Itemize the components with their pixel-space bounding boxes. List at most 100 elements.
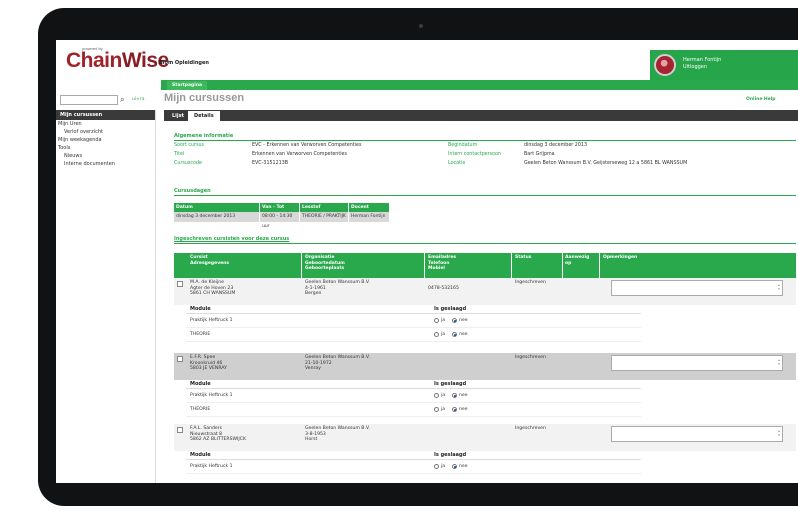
radio-ja[interactable]: [434, 407, 439, 412]
search-input[interactable]: [60, 95, 118, 105]
remarks-textarea[interactable]: [611, 280, 783, 296]
select-checkbox[interactable]: [177, 427, 183, 433]
header-aanwezig: Aanwezig: [565, 255, 590, 260]
student-address-block: M.A. de Kleijne Agter de Hoven 23 5861 C…: [190, 280, 235, 297]
advanced-search-link[interactable]: ui+ra: [132, 97, 144, 102]
section-title-students: Ingeschreven cursisten voor deze cursus: [174, 236, 290, 242]
module-row: THEORIE ja nee: [186, 403, 641, 417]
online-help-link[interactable]: Online Help: [746, 97, 776, 102]
module-table: Module Is geslaagd Praktijk Heftruck 1 j…: [186, 305, 641, 343]
radio-nee[interactable]: [452, 318, 457, 323]
student-org: Geelen Beton Wanssum B.V.: [305, 426, 370, 431]
header-status: Status: [515, 255, 532, 260]
col-lesstof: Lesstof: [300, 203, 349, 212]
value-soort-cursus: EVC - Erkennen van Verworven Competentie…: [252, 143, 362, 148]
remarks-textarea[interactable]: [611, 355, 783, 371]
header-divider: [424, 253, 425, 278]
tab-lijst[interactable]: Lijst: [166, 111, 190, 121]
header-mobiel: Mobiel: [428, 266, 445, 271]
radio-nee-label: nee: [459, 464, 468, 469]
value-begindatum: dinsdag 3 december 2013: [524, 143, 588, 148]
module-row: Praktijk Heftruck 1 ja nee: [186, 389, 641, 403]
passed-col-header: Is geslaagd: [434, 381, 467, 387]
student-city: 5803 JE VENRAY: [190, 366, 227, 371]
module-col-header: Module: [190, 452, 211, 458]
user-name: Herman Fontijn: [683, 57, 722, 63]
remarks-textarea[interactable]: [611, 426, 783, 442]
radio-nee[interactable]: [452, 393, 457, 398]
module-header: Module Is geslaagd: [186, 305, 641, 314]
cell-datum: dinsdag 3 december 2013: [174, 212, 260, 222]
user-avatar-icon[interactable]: [654, 54, 676, 76]
sidebar-item-tools[interactable]: Tools: [56, 144, 155, 152]
col-docent: Docent: [349, 203, 390, 212]
module-table: Module Is geslaagd Praktijk Heftruck 1 j…: [186, 380, 641, 418]
label-begindatum: Begindatum: [448, 143, 478, 148]
module-name: Praktijk Heftruck 1: [190, 393, 233, 398]
chainwise-logo[interactable]: ChainWise: [66, 49, 169, 73]
logout-link[interactable]: Uitloggen: [683, 64, 707, 70]
student-phone: 0478-532165: [428, 286, 459, 291]
search-icon[interactable]: ⌕: [120, 95, 130, 105]
page-title: Mijn cursussen: [164, 92, 245, 104]
cell-van-tot: 08:00 - 14:30 uur: [260, 212, 300, 229]
student-city: 5861 CH WANSSUM: [190, 291, 236, 296]
student-org-block: Geelen Beton Wanssum B.V. 21-10-1972 Ven…: [305, 355, 370, 372]
radio-ja-label: ja: [441, 464, 446, 469]
student-city: 5862 AZ BLITTERSWIJCK: [190, 437, 246, 442]
student-birthplace: Bergen: [305, 291, 322, 296]
search-bar: ⌕ ui+ra: [56, 93, 161, 107]
course-day-row: dinsdag 3 december 2013 08:00 - 14:30 uu…: [174, 212, 390, 229]
value-titel: Erkennen van Verworven Competenties: [252, 152, 348, 157]
header-cursist-group: Cursist Adresgegevens: [190, 255, 229, 266]
radio-ja[interactable]: [434, 393, 439, 398]
module-name: Praktijk Heftruck 1: [190, 318, 233, 323]
label-soort-cursus: Soort cursus: [174, 143, 204, 148]
sidebar-item-nieuws[interactable]: Nieuws: [56, 152, 155, 160]
top-nav-bar: Startpagina: [161, 80, 798, 90]
header-divider: [301, 253, 302, 278]
student-address-block: E.F.R. Spee Kroonkruid 46 5803 JE VENRAY: [190, 355, 227, 372]
student-birthplace: Horst: [305, 437, 318, 442]
students-header: Cursist Adresgegevens Organisatie Geboor…: [174, 253, 796, 278]
sidebar-item-mijn-uren[interactable]: Mijn Uren: [56, 120, 155, 128]
sidebar-heading[interactable]: Mijn cursussen: [56, 110, 155, 120]
student-org: Geelen Beton Wanssum B.V.: [305, 280, 370, 285]
section-divider: [174, 140, 796, 141]
module-col-header: Module: [190, 381, 211, 387]
student-org: Geelen Beton Wanssum B.V.: [305, 355, 370, 360]
radio-nee[interactable]: [452, 464, 457, 469]
header-email: Emailadres: [428, 255, 457, 260]
student-status: Ingeschreven: [515, 426, 546, 431]
passed-col-header: Is geslaagd: [434, 452, 467, 458]
sidebar-item-verlof-overzicht[interactable]: Verlof overzicht: [56, 128, 155, 136]
select-checkbox[interactable]: [177, 356, 183, 362]
student-birthplace: Venray: [305, 366, 321, 371]
col-van-tot: Van - Tot: [260, 203, 300, 212]
header-divider: [511, 253, 512, 278]
sidebar: Mijn cursussen Mijn Uren Verlof overzich…: [56, 110, 156, 483]
value-cursuscode: EVC-3151213B: [252, 161, 289, 166]
value-locatie: Geelen Beton Wanssum B.V. Geijsterseweg …: [524, 161, 688, 166]
course-days-header: Datum Van - Tot Lesstof Docent: [174, 203, 390, 212]
tab-details[interactable]: Details: [188, 111, 220, 121]
tab-startpagina[interactable]: Startpagina: [167, 81, 208, 90]
radio-nee[interactable]: [452, 332, 457, 337]
sidebar-item-weekagenda[interactable]: Mijn weekagenda: [56, 136, 155, 144]
student-status: Ingeschreven: [515, 355, 546, 360]
passed-col-header: Is geslaagd: [434, 306, 467, 312]
radio-ja[interactable]: [434, 332, 439, 337]
student-org-block: Geelen Beton Wanssum B.V. 3-8-1953 Horst: [305, 426, 370, 443]
label-cursuscode: Cursuscode: [174, 161, 202, 166]
radio-ja[interactable]: [434, 318, 439, 323]
radio-ja[interactable]: [434, 464, 439, 469]
radio-nee-label: nee: [459, 407, 468, 412]
label-titel: Titel: [174, 152, 185, 157]
select-checkbox[interactable]: [177, 281, 183, 287]
section-divider: [174, 195, 796, 196]
student-address-block: F.A.L. Sanders Nieuwstraat 8 5862 AZ BLI…: [190, 426, 246, 443]
module-name: THEORIE: [190, 332, 211, 337]
module-header: Module Is geslaagd: [186, 451, 641, 460]
radio-nee[interactable]: [452, 407, 457, 412]
sidebar-item-interne-documenten[interactable]: Interne documenten: [56, 160, 155, 168]
